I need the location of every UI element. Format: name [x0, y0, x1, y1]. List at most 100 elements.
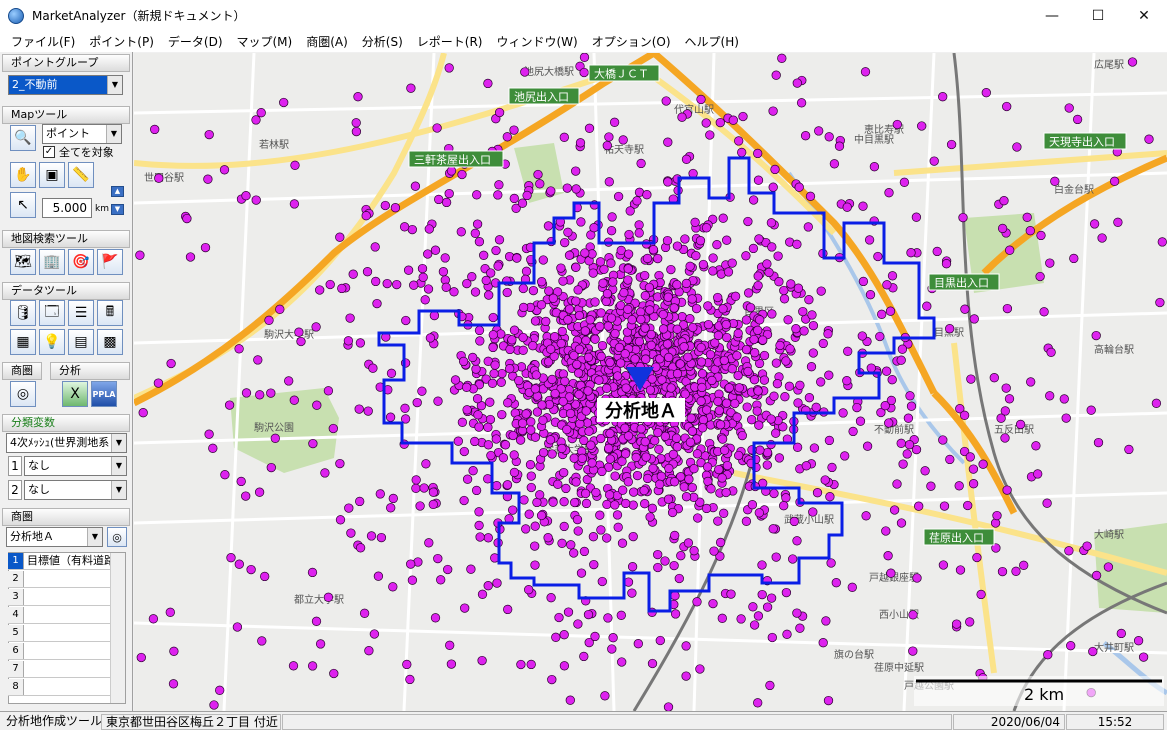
- property-point[interactable]: [546, 593, 556, 603]
- property-point[interactable]: [135, 250, 145, 260]
- property-point[interactable]: [792, 608, 802, 618]
- property-point[interactable]: [234, 559, 244, 569]
- property-point[interactable]: [583, 386, 593, 396]
- property-point[interactable]: [296, 336, 306, 347]
- property-point[interactable]: [671, 433, 682, 443]
- property-point[interactable]: [1113, 217, 1123, 227]
- property-point[interactable]: [353, 92, 363, 102]
- property-point[interactable]: [742, 402, 752, 412]
- property-point[interactable]: [270, 433, 280, 443]
- property-point[interactable]: [548, 497, 558, 507]
- property-point[interactable]: [672, 280, 682, 290]
- property-point[interactable]: [185, 252, 196, 262]
- property-point[interactable]: [560, 237, 570, 248]
- property-point[interactable]: [372, 298, 382, 309]
- property-point[interactable]: [732, 412, 742, 422]
- property-point[interactable]: [663, 177, 673, 187]
- property-point[interactable]: [685, 437, 696, 447]
- property-point[interactable]: [150, 124, 160, 135]
- property-point[interactable]: [573, 285, 583, 295]
- property-point[interactable]: [556, 263, 566, 273]
- property-point[interactable]: [681, 671, 691, 681]
- property-point[interactable]: [385, 412, 396, 422]
- property-point[interactable]: [323, 386, 334, 396]
- property-point[interactable]: [645, 305, 655, 315]
- property-point[interactable]: [595, 510, 605, 520]
- property-point[interactable]: [969, 314, 979, 324]
- property-point[interactable]: [434, 194, 444, 205]
- property-point[interactable]: [954, 481, 964, 491]
- property-point[interactable]: [777, 53, 787, 63]
- property-point[interactable]: [946, 139, 957, 150]
- property-point[interactable]: [672, 241, 683, 251]
- property-point[interactable]: [608, 277, 618, 287]
- property-point[interactable]: [559, 661, 570, 671]
- property-point[interactable]: [390, 203, 401, 213]
- property-point[interactable]: [279, 97, 289, 108]
- property-point[interactable]: [920, 466, 930, 476]
- property-point[interactable]: [697, 382, 707, 393]
- property-point[interactable]: [861, 511, 871, 521]
- property-point[interactable]: [965, 452, 975, 462]
- property-point[interactable]: [793, 398, 803, 408]
- property-point[interactable]: [908, 610, 918, 620]
- property-point[interactable]: [459, 446, 469, 457]
- property-point[interactable]: [938, 435, 948, 445]
- property-point[interactable]: [801, 461, 811, 471]
- property-point[interactable]: [1124, 444, 1134, 455]
- property-point[interactable]: [409, 280, 419, 290]
- property-point[interactable]: [497, 409, 507, 420]
- property-point[interactable]: [509, 125, 519, 135]
- property-point[interactable]: [600, 691, 610, 701]
- property-point[interactable]: [708, 253, 718, 263]
- property-point[interactable]: [490, 360, 500, 370]
- property-point[interactable]: [702, 462, 713, 472]
- property-point[interactable]: [917, 121, 927, 131]
- property-point[interactable]: [573, 526, 583, 536]
- property-point[interactable]: [474, 507, 484, 517]
- property-point[interactable]: [647, 658, 658, 669]
- property-point[interactable]: [829, 159, 840, 169]
- property-point[interactable]: [502, 480, 513, 490]
- property-point[interactable]: [932, 246, 942, 257]
- property-point[interactable]: [696, 396, 706, 406]
- property-point[interactable]: [619, 288, 629, 298]
- property-point[interactable]: [748, 243, 759, 254]
- property-point[interactable]: [1050, 176, 1060, 186]
- property-point[interactable]: [724, 383, 734, 393]
- property-point[interactable]: [695, 236, 706, 246]
- property-point[interactable]: [705, 130, 715, 140]
- property-point[interactable]: [569, 453, 579, 463]
- property-point[interactable]: [628, 531, 638, 542]
- property-point[interactable]: [328, 423, 338, 434]
- property-point[interactable]: [706, 484, 716, 494]
- property-point[interactable]: [653, 253, 663, 264]
- table-row[interactable]: 7: [8, 661, 125, 678]
- property-point[interactable]: [583, 609, 594, 620]
- property-point[interactable]: [477, 589, 488, 599]
- property-point[interactable]: [618, 485, 628, 495]
- mosaic-icon[interactable]: ▩: [97, 329, 123, 355]
- property-point[interactable]: [741, 516, 752, 526]
- property-point[interactable]: [869, 162, 880, 172]
- property-point[interactable]: [730, 398, 740, 409]
- property-point[interactable]: [308, 438, 318, 449]
- property-point[interactable]: [843, 346, 853, 356]
- property-point[interactable]: [717, 434, 728, 444]
- map-tool-select[interactable]: ポイント ▼: [42, 124, 122, 144]
- property-point[interactable]: [1019, 560, 1029, 570]
- property-point[interactable]: [522, 190, 532, 201]
- property-point[interactable]: [585, 315, 595, 325]
- property-point[interactable]: [275, 304, 285, 314]
- property-point[interactable]: [483, 440, 494, 450]
- property-point[interactable]: [960, 304, 970, 314]
- property-point[interactable]: [344, 503, 354, 513]
- property-point[interactable]: [701, 223, 712, 233]
- property-point[interactable]: [361, 211, 371, 221]
- property-point[interactable]: [753, 148, 763, 159]
- property-point[interactable]: [714, 405, 724, 416]
- menu-data[interactable]: データ(D): [161, 33, 230, 50]
- property-point[interactable]: [550, 332, 560, 342]
- property-point[interactable]: [517, 198, 528, 208]
- property-point[interactable]: [799, 326, 809, 336]
